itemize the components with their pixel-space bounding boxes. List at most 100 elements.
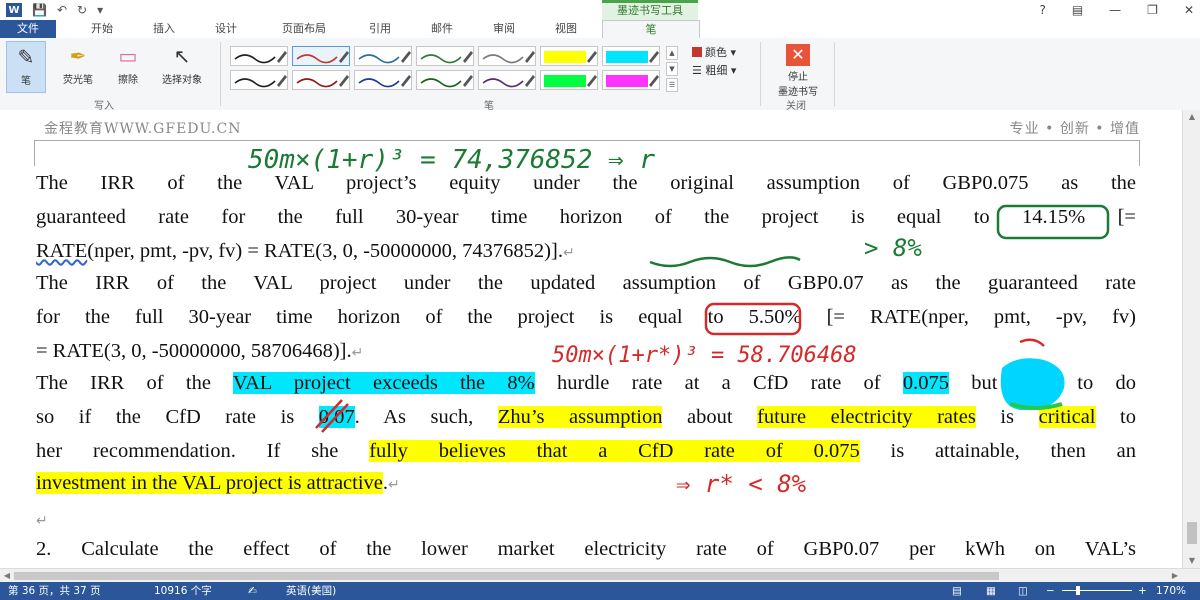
pen-swatch[interactable] xyxy=(478,70,536,90)
close-icon[interactable]: ✕ xyxy=(1184,3,1194,17)
proofing-icon[interactable]: ✍ xyxy=(248,582,257,600)
tab-review[interactable]: 审阅 xyxy=(476,20,532,38)
window-controls: ? ▤ — ❐ ✕ xyxy=(1039,0,1194,20)
highlighter-swatch[interactable] xyxy=(540,70,598,90)
gallery-down-button[interactable]: ▼ xyxy=(666,62,678,76)
zoom-slider[interactable] xyxy=(1062,590,1132,591)
tab-insert[interactable]: 插入 xyxy=(136,20,192,38)
pen-swatch[interactable] xyxy=(478,46,536,66)
tab-design[interactable]: 设计 xyxy=(198,20,254,38)
highlighter-swatch[interactable] xyxy=(602,46,660,66)
read-mode-icon[interactable]: ▤ xyxy=(952,582,962,600)
quick-access-toolbar: W 💾 ↶ ↻ ▾ xyxy=(6,0,103,20)
tab-view[interactable]: 视图 xyxy=(538,20,594,38)
ribbon-separator xyxy=(760,42,761,106)
scroll-right-icon[interactable]: ▶ xyxy=(1168,569,1182,583)
help-icon[interactable]: ? xyxy=(1039,3,1045,17)
eraser-tool-label: 擦除 xyxy=(118,75,138,86)
vertical-scrollbar[interactable]: ▲ ▼ xyxy=(1182,110,1200,568)
zoom-out-button[interactable]: − xyxy=(1046,582,1055,600)
customize-toolbar-icon[interactable]: ▾ xyxy=(97,3,103,17)
highlighted-text: VAL project exceeds the 8% xyxy=(232,372,535,394)
stop-inking-button[interactable]: ✕ 停止 墨迹书写 xyxy=(770,44,826,98)
paragraph-line: 2. Calculate the effect of the lower mar… xyxy=(36,538,1136,560)
empty-paragraph: ↵ xyxy=(36,508,48,531)
undo-icon[interactable]: ↶ xyxy=(57,3,67,17)
tab-mailings[interactable]: 邮件 xyxy=(414,20,470,38)
ribbon-tabs: 文件 开始 插入 设计 页面布局 引用 邮件 审阅 视图 笔 登录 xyxy=(0,20,1200,55)
text-run: . As such, xyxy=(354,406,498,428)
eraser-icon: ▭ xyxy=(118,44,138,68)
highlighted-text: critical xyxy=(1038,406,1096,428)
stop-inking-label-line1: 停止 xyxy=(788,72,808,83)
tab-pens[interactable]: 笔 xyxy=(602,20,700,39)
highlighted-text: future electricity rates xyxy=(757,406,976,428)
title-bar: W 💾 ↶ ↻ ▾ 墨迹书写工具 ? ▤ — ❐ ✕ xyxy=(0,0,1200,20)
highlighter-tool-button[interactable]: ✒ 荧光笔 xyxy=(52,41,104,93)
pen-tool-button[interactable]: ✎ 笔 xyxy=(6,41,46,93)
paragraph-line: RATE(nper, pmt, -pv, fv) = RATE(3, 0, -5… xyxy=(36,240,575,263)
page-corner-mark xyxy=(34,140,35,166)
document-page[interactable]: 金程教育WWW.GFEDU.CN 专业 • 创新 • 增值 The IRR of… xyxy=(0,110,1182,568)
restore-icon[interactable]: ❐ xyxy=(1147,3,1158,17)
thickness-dropdown[interactable]: ☰ 粗细 ▾ xyxy=(692,62,736,78)
pen-swatch[interactable] xyxy=(230,46,288,66)
scrollbar-thumb[interactable] xyxy=(14,572,999,580)
select-arrow-icon: ↖ xyxy=(173,44,191,68)
header-left-text: 金程教育WWW.GFEDU.CN xyxy=(44,121,242,137)
text-run: The IRR of the xyxy=(36,372,233,394)
language-indicator[interactable]: 英语(美国) xyxy=(286,582,336,600)
pen-swatch[interactable] xyxy=(416,46,474,66)
tab-home[interactable]: 开始 xyxy=(74,20,130,38)
page-count[interactable]: 第 36 页，共 37 页 xyxy=(8,582,101,600)
text-run: her recommendation. If she xyxy=(36,440,370,462)
zoom-level[interactable]: 170% xyxy=(1156,582,1186,600)
word-count[interactable]: 10916 个字 xyxy=(154,582,212,600)
scrollbar-thumb[interactable] xyxy=(1187,522,1197,544)
text-run: is attainable, then an xyxy=(859,440,1136,462)
minimize-icon[interactable]: — xyxy=(1109,3,1121,17)
word-app-icon: W xyxy=(6,3,22,17)
tab-file[interactable]: 文件 xyxy=(0,20,56,38)
text-run: but xyxy=(949,372,1020,394)
eraser-tool-button[interactable]: ▭ 擦除 xyxy=(108,41,148,93)
scroll-down-icon[interactable]: ▼ xyxy=(1183,554,1200,568)
zoom-in-button[interactable]: + xyxy=(1138,582,1147,600)
highlighted-text: Zhu’s assumption xyxy=(497,406,663,428)
tab-references[interactable]: 引用 xyxy=(352,20,408,38)
save-icon[interactable]: 💾 xyxy=(32,3,47,17)
paragraph-mark-icon: ↵ xyxy=(36,514,48,529)
color-dropdown[interactable]: 颜色 ▾ xyxy=(692,44,736,60)
gallery-more-button[interactable]: ☰ xyxy=(666,78,678,92)
select-objects-button[interactable]: ↖ 选择对象 xyxy=(152,41,212,93)
stop-inking-label-line2: 墨迹书写 xyxy=(778,87,818,98)
highlighted-text: investment in the VAL project is attract… xyxy=(36,472,383,494)
pen-swatch[interactable] xyxy=(354,46,412,66)
text-run: for the full 30-year time horizon of the… xyxy=(36,306,749,328)
web-layout-icon[interactable]: ◫ xyxy=(1018,582,1028,600)
paragraph-mark-icon: ↵ xyxy=(562,246,575,261)
paragraph-line: The IRR of the VAL project’s equity unde… xyxy=(36,172,1136,194)
text-run: so if the CfD rate is xyxy=(36,406,319,428)
spelling-flagged-word: RATE xyxy=(36,240,88,262)
highlighter-icon: ✒ xyxy=(69,44,87,68)
pen-swatch[interactable] xyxy=(292,70,350,90)
irr-updated-value: 5.50% xyxy=(748,306,802,328)
color-label: 颜色 xyxy=(705,46,727,59)
pen-swatch[interactable] xyxy=(230,70,288,90)
zoom-slider-handle[interactable] xyxy=(1076,586,1080,595)
pen-swatch[interactable] xyxy=(354,70,412,90)
ribbon-display-options-icon[interactable]: ▤ xyxy=(1072,3,1083,17)
scroll-up-icon[interactable]: ▲ xyxy=(1183,110,1200,124)
tab-page-layout[interactable]: 页面布局 xyxy=(262,20,346,38)
scroll-left-icon[interactable]: ◀ xyxy=(0,569,14,583)
gallery-up-button[interactable]: ▲ xyxy=(666,46,678,60)
redo-icon[interactable]: ↻ xyxy=(77,3,87,17)
pen-swatch[interactable] xyxy=(416,70,474,90)
horizontal-scrollbar[interactable]: ◀ ▶ xyxy=(0,568,1200,583)
pen-swatch[interactable] xyxy=(292,46,350,66)
print-layout-icon[interactable]: ▦ xyxy=(986,582,996,600)
paragraph-line: her recommendation. If she fully believe… xyxy=(36,440,1136,463)
highlighter-swatch[interactable] xyxy=(602,70,660,90)
highlighter-swatch[interactable] xyxy=(540,46,598,66)
